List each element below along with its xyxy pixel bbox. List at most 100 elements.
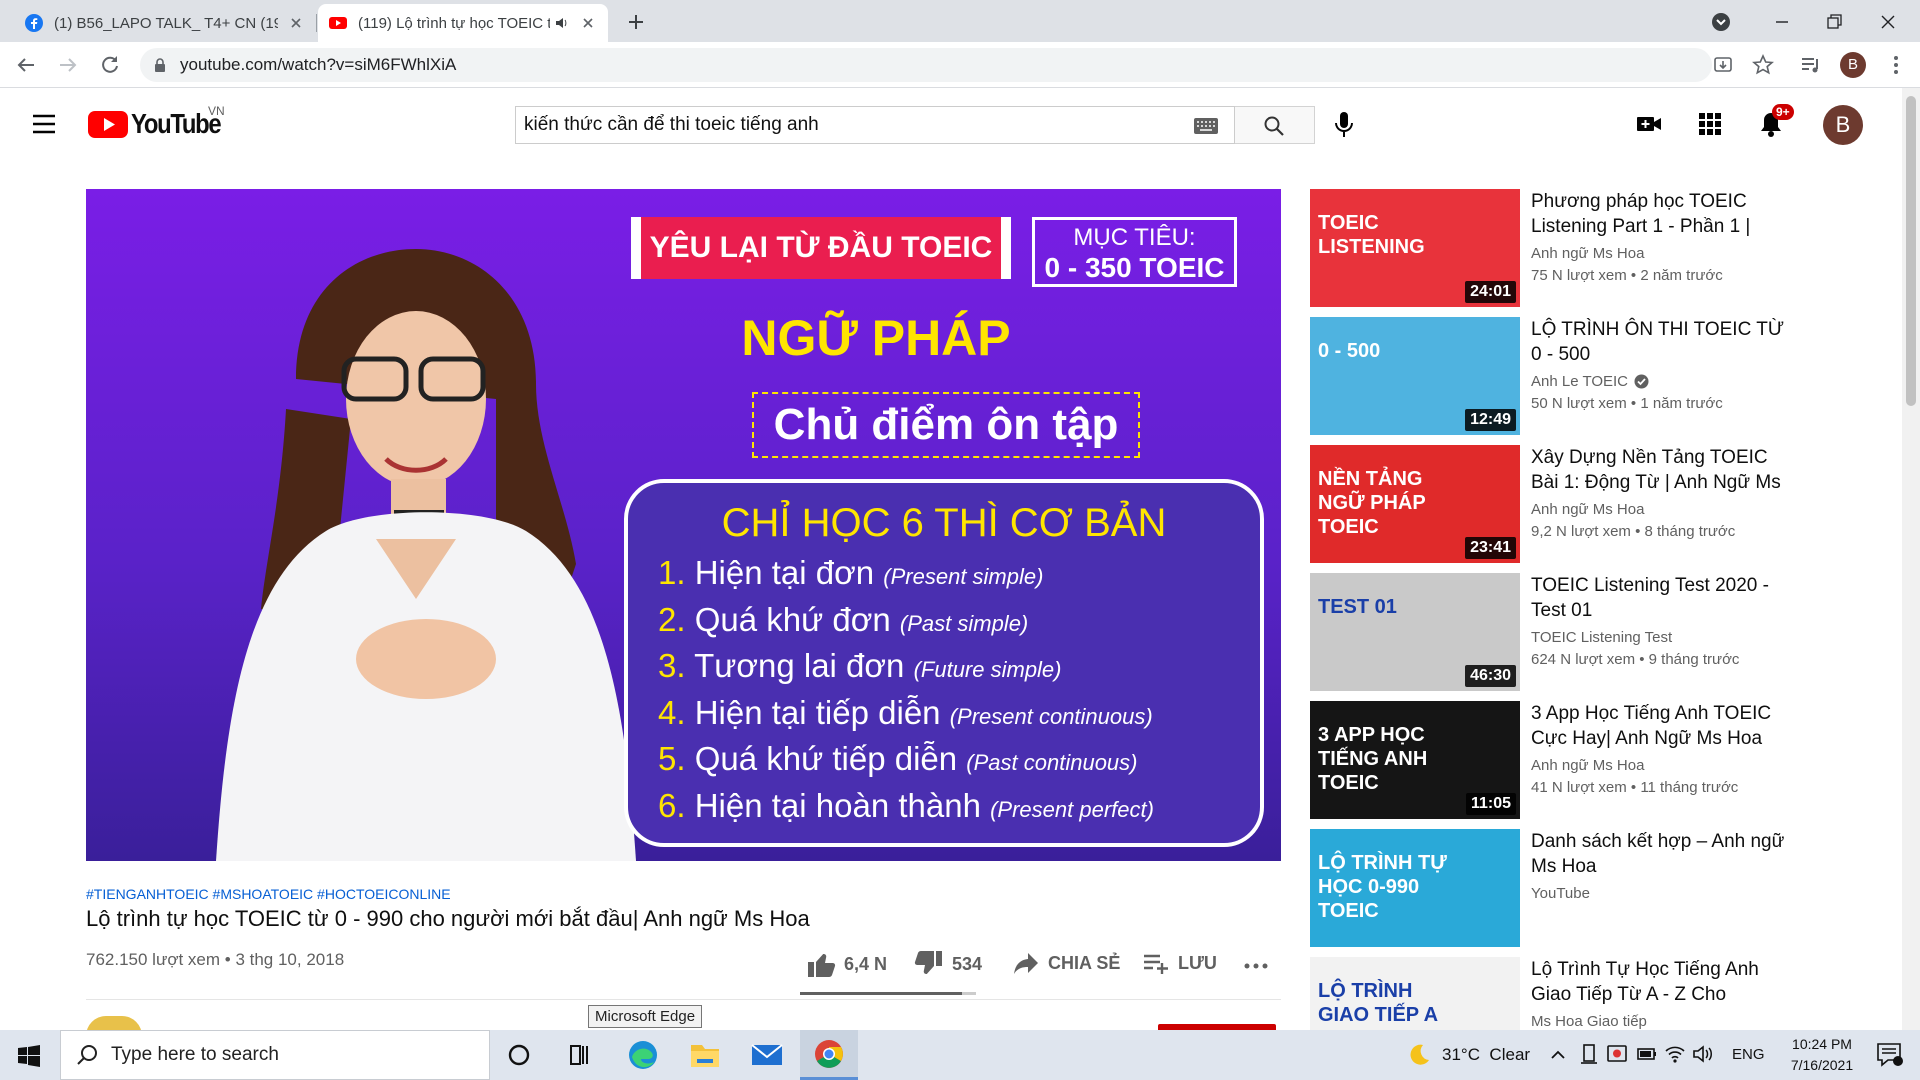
tense-vi: Hiện tại hoàn thành [694,786,981,824]
suggestion-item[interactable]: NỀN TẢNG NGỮ PHÁP TOEIC 23:41 Xây Dựng Nền… [1310,445,1880,563]
facebook-icon [25,14,43,32]
suggestion-channel[interactable]: Ms Hoa Giao tiếp [1531,1013,1647,1030]
user-avatar[interactable]: B [1823,105,1863,145]
suggestion-channel[interactable]: Anh ngữ Ms Hoa [1531,245,1644,262]
suggestion-thumbnail[interactable]: TOEIC LISTENING 24:01 [1310,189,1520,307]
suggestion-item[interactable]: TOEIC LISTENING 24:01 Phương pháp học TOEI… [1310,189,1880,307]
search-query: kiến thức cần để thi toeic tiếng anh [524,114,819,135]
edge-browser-icon[interactable] [620,1035,666,1075]
verified-check-icon [1634,374,1649,389]
taskbar-search[interactable]: Type here to search [60,1030,490,1080]
suggestion-thumbnail[interactable]: 3 APP HỌC TIẾNG ANH TOEIC 11:05 [1310,701,1520,819]
weather-moon-icon[interactable] [1406,1042,1432,1068]
language-indicator[interactable]: ENG [1732,1046,1765,1063]
weather-text[interactable]: 31°C Clear [1442,1045,1530,1065]
suggestion-channel[interactable]: Anh ngữ Ms Hoa [1531,757,1644,774]
reload-icon[interactable] [98,53,122,77]
page-scrollbar[interactable] [1902,88,1920,1030]
save-button[interactable]: LƯU [1142,950,1217,976]
close-tab-icon[interactable] [578,13,598,33]
clock[interactable]: 10:24 PM 7/16/2021 [1778,1034,1866,1076]
tense-en: (Past simple) [899,610,1029,636]
lock-icon[interactable] [152,57,168,73]
channel-name: Anh Le TOEIC [1531,373,1629,390]
frame-tense-item: 2. Quá khứ đơn (Past simple) [658,599,1260,646]
bookmark-star-icon[interactable] [1752,54,1774,76]
device-icon[interactable] [1578,1043,1600,1065]
scrollbar-thumb[interactable] [1906,96,1916,406]
new-tab-icon[interactable] [624,10,648,34]
tense-en: (Present perfect) [990,796,1154,822]
chrome-taskbar-active[interactable] [800,1030,858,1080]
hamburger-menu-icon[interactable] [30,111,58,137]
speaker-icon[interactable] [554,13,570,33]
like-count: 6,4 N [844,953,888,974]
wifi-icon[interactable] [1664,1043,1686,1065]
tab-title: (119) Lộ trình tự học TOEIC từ [358,14,550,32]
task-view-icon[interactable] [556,1035,602,1075]
search-input[interactable]: kiến thức cần để thi toeic tiếng anh [515,106,1235,144]
tab-youtube-active[interactable]: (119) Lộ trình tự học TOEIC từ [318,4,608,42]
address-bar[interactable]: youtube.com/watch?v=siM6FWhlXiA [140,48,1712,82]
media-control-icon[interactable] [1800,54,1822,76]
save-label: LƯU [1178,952,1217,973]
close-tab-icon[interactable] [286,13,306,33]
keyboard-icon[interactable] [1193,117,1219,135]
suggestion-thumbnail[interactable]: LỘ TRÌNH TỰ HỌC 0-990 TOEIC [1310,829,1520,947]
search-button[interactable] [1235,106,1315,144]
like-button[interactable]: 6,4 N [806,950,887,978]
mail-icon[interactable] [744,1035,790,1075]
frame-target-label: MỤC TIÊU: [1073,224,1196,251]
sync-icon[interactable] [1606,1043,1628,1065]
duration-badge: 12:49 [1465,409,1516,431]
suggestion-channel[interactable]: YouTube [1531,885,1590,902]
notification-center-icon[interactable] [1876,1042,1904,1068]
tense-number: 6. [658,786,686,824]
suggestion-item[interactable]: 0 - 500 12:49 LỘ TRÌNH ÔN THI TOEIC TỪ 0 -… [1310,317,1880,435]
tab-facebook[interactable]: (1) B56_LAPO TALK_ T4+ CN (19h [14,4,316,42]
suggestion-item[interactable]: 3 APP HỌC TIẾNG ANH TOEIC 11:05 3 App Học … [1310,701,1880,819]
tense-en: (Past continuous) [966,750,1138,775]
install-app-icon[interactable] [1712,54,1734,76]
taskbar-search-placeholder: Type here to search [111,1044,279,1065]
suggestion-channel[interactable]: TOEIC Listening Test [1531,629,1672,646]
chevron-up-icon[interactable] [1548,1045,1568,1065]
suggestion-title: Xây Dựng Nền Tảng TOEIC Bài 1: Động Từ |… [1531,447,1781,493]
video-hashtags[interactable]: #TIENGANHTOEIC #MSHOATOEIC #HOCTOEICONLI… [86,886,451,902]
share-button[interactable]: CHIA SẺ [1012,950,1120,976]
suggestion-channel[interactable]: Anh Le TOEIC [1531,373,1649,390]
video-player[interactable]: YÊU LẠI TỪ ĐẦU TOEIC MỤC TIÊU: 0 - 350 T… [86,189,1281,861]
suggestion-thumbnail[interactable]: 0 - 500 12:49 [1310,317,1520,435]
more-actions-icon[interactable] [1242,956,1270,976]
suggestion-channel[interactable]: Anh ngữ Ms Hoa [1531,501,1644,518]
voice-search-icon[interactable] [1332,110,1356,140]
suggestion-item[interactable]: LỘ TRÌNH TỰ HỌC 0-990 TOEIC Danh sách kết… [1310,829,1880,947]
minimize-icon[interactable] [1770,10,1794,34]
frame-heading: NGỮ PHÁP [741,310,1011,366]
volume-icon[interactable] [1692,1043,1714,1065]
dislike-button[interactable]: 534 [914,950,982,978]
apps-grid-icon[interactable] [1698,112,1722,136]
windows-start-icon[interactable] [18,1045,40,1067]
forward-icon[interactable] [56,53,80,77]
profile-avatar[interactable]: B [1840,52,1866,78]
tense-vi: Hiện tại đơn [694,554,875,591]
thumbnail-caption: NỀN TẢNG NGỮ PHÁP TOEIC [1318,468,1426,538]
thumbnail-caption: TOEIC LISTENING [1318,212,1425,258]
suggestion-thumbnail[interactable]: TEST 01 46:30 [1310,573,1520,691]
tab-title: (1) B56_LAPO TALK_ T4+ CN (19h [54,14,278,32]
browser-menu-icon[interactable] [1884,53,1908,77]
suggestion-title: Danh sách kết hợp – Anh ngữ Ms Hoa [1531,831,1785,877]
close-window-icon[interactable] [1876,10,1900,34]
restore-icon[interactable] [1822,10,1846,34]
cortana-icon[interactable] [496,1035,542,1075]
suggestion-thumbnail[interactable]: NỀN TẢNG NGỮ PHÁP TOEIC 23:41 [1310,445,1520,563]
battery-icon[interactable] [1636,1043,1658,1065]
browser-tab-strip: (1) B56_LAPO TALK_ T4+ CN (19h (119) Lộ … [0,0,1920,42]
file-explorer-icon[interactable] [682,1035,728,1075]
tab-search-icon[interactable] [1710,11,1732,33]
back-icon[interactable] [14,53,38,77]
suggestion-item[interactable]: TEST 01 46:30 TOEIC Listening Test 2020 - … [1310,573,1880,691]
frame-target-box: MỤC TIÊU: 0 - 350 TOEIC [1032,217,1237,287]
create-video-icon[interactable] [1636,113,1662,135]
